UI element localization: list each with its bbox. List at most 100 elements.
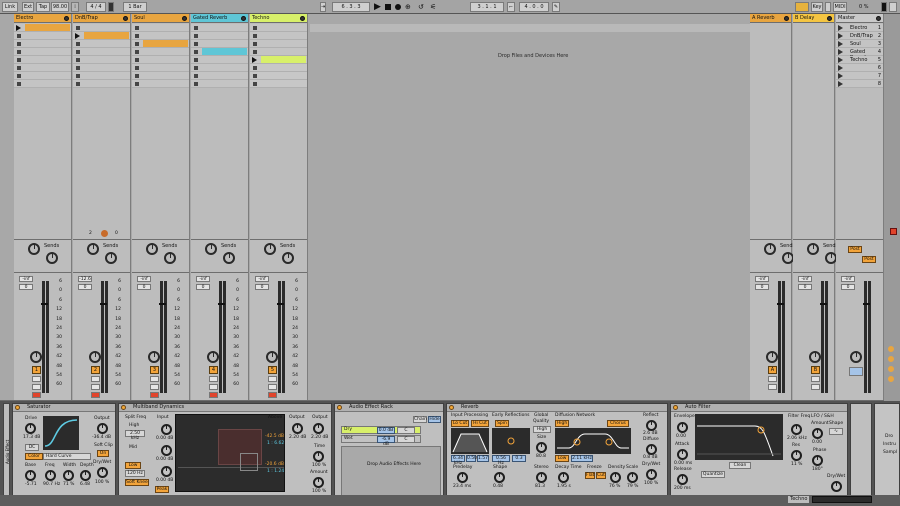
- high-input-knob[interactable]: [161, 424, 172, 435]
- clip-slot[interactable]: [132, 72, 189, 80]
- volume-fader[interactable]: [159, 303, 166, 305]
- scene-slot[interactable]: Gated Reverb4: [836, 48, 883, 61]
- clip-slot[interactable]: [73, 64, 130, 72]
- play-icon[interactable]: ▶: [374, 2, 381, 12]
- audio-track-header[interactable]: Electro: [14, 14, 71, 23]
- track-activator[interactable]: 2: [91, 366, 100, 374]
- af-drywet-knob[interactable]: [831, 481, 842, 492]
- pan-knob[interactable]: [266, 351, 278, 363]
- mb-output2-knob[interactable]: [313, 423, 324, 434]
- computer-midi-icon[interactable]: [889, 2, 897, 12]
- track-activator[interactable]: 1: [32, 366, 41, 374]
- clip-slot[interactable]: [191, 80, 248, 88]
- clip-slot[interactable]: [73, 56, 130, 64]
- clip-slot[interactable]: [132, 48, 189, 56]
- scene-slot[interactable]: 6: [836, 64, 883, 72]
- link-button[interactable]: Link: [2, 2, 18, 12]
- dc-button[interactable]: DC: [25, 444, 39, 451]
- slot-stop-icon[interactable]: [194, 42, 198, 46]
- volume-fader[interactable]: [218, 303, 225, 305]
- volume-value[interactable]: -12.6: [78, 276, 92, 282]
- slot-stop-icon[interactable]: [135, 50, 139, 54]
- slot-stop-icon[interactable]: [253, 50, 257, 54]
- filter-circuit-clean[interactable]: Clean: [729, 462, 751, 469]
- dry-pan[interactable]: C: [397, 427, 415, 434]
- solo-button[interactable]: [91, 376, 100, 382]
- slot-stop-icon[interactable]: [76, 58, 80, 62]
- metronome-icon[interactable]: [108, 2, 114, 12]
- volume-value[interactable]: -inf: [196, 276, 210, 282]
- slot-stop-icon[interactable]: [253, 42, 257, 46]
- slot-stop-icon[interactable]: [17, 50, 21, 54]
- chain-button[interactable]: Chain: [413, 416, 427, 423]
- slot-stop-icon[interactable]: [194, 50, 198, 54]
- clip-play-icon[interactable]: [16, 25, 21, 31]
- pan-knob[interactable]: [850, 351, 862, 363]
- slot-stop-icon[interactable]: [135, 66, 139, 70]
- release-knob[interactable]: [677, 474, 688, 485]
- solo-button[interactable]: [209, 376, 218, 382]
- scene-launch-icon[interactable]: [838, 81, 843, 87]
- pan-value[interactable]: 0: [798, 284, 812, 290]
- volume-value[interactable]: -inf: [255, 276, 269, 282]
- audio-fold-icon[interactable]: [182, 16, 187, 21]
- base-knob[interactable]: [25, 470, 36, 481]
- amount-knob[interactable]: [313, 477, 324, 488]
- flat-button[interactable]: Flat: [585, 472, 595, 479]
- slot-stop-icon[interactable]: [194, 58, 198, 62]
- slot-stop-icon[interactable]: [135, 74, 139, 78]
- record-arm-button[interactable]: [150, 392, 159, 398]
- pan-knob[interactable]: [89, 351, 101, 363]
- clip-slot[interactable]: [132, 64, 189, 72]
- scale-knob[interactable]: [627, 472, 638, 483]
- send-b-knob[interactable]: [46, 252, 58, 264]
- ext-button[interactable]: Ext: [22, 2, 34, 12]
- loop-switch-icon[interactable]: ⌐: [507, 2, 515, 12]
- view-toggle-icon[interactable]: [795, 2, 809, 12]
- send-b-knob[interactable]: [282, 252, 294, 264]
- input-freq-field[interactable]: 6.34 kHz: [451, 455, 465, 466]
- volume-fader[interactable]: [863, 303, 870, 305]
- volume-fader[interactable]: [777, 303, 784, 305]
- drive-knob[interactable]: [25, 423, 36, 434]
- clip-slot[interactable]: [73, 72, 130, 80]
- volume-fader[interactable]: [100, 303, 107, 305]
- scene-launch-icon[interactable]: [838, 57, 843, 63]
- send-b-knob[interactable]: [223, 252, 235, 264]
- chorus-button[interactable]: Chorus: [607, 420, 629, 427]
- track-activator[interactable]: A: [768, 366, 777, 374]
- input-filter-display[interactable]: [451, 428, 489, 454]
- slot-stop-icon[interactable]: [253, 82, 257, 86]
- post-button-a[interactable]: Post: [848, 246, 862, 253]
- quantize-button[interactable]: Quantize: [701, 471, 725, 478]
- track-activator[interactable]: 4: [209, 366, 218, 374]
- envelope-knob[interactable]: [677, 422, 688, 433]
- slot-stop-icon[interactable]: [76, 26, 80, 30]
- pan-knob[interactable]: [809, 351, 821, 363]
- reverb-drywet-knob[interactable]: [646, 469, 657, 480]
- above-threshold[interactable]: -42.5 dB: [265, 434, 284, 440]
- time-knob[interactable]: [313, 451, 324, 462]
- overdub-icon[interactable]: ⊕: [405, 2, 411, 12]
- slot-stop-icon[interactable]: [194, 26, 198, 30]
- slot-stop-icon[interactable]: [76, 50, 80, 54]
- hide-button[interactable]: Hide: [428, 416, 441, 423]
- spin-button[interactable]: Spin: [495, 420, 509, 427]
- size-knob[interactable]: [536, 442, 547, 453]
- multiband-power-icon[interactable]: [121, 405, 126, 410]
- quality-menu[interactable]: High: [533, 426, 551, 433]
- solo-button[interactable]: [32, 376, 41, 382]
- volume-fader[interactable]: [41, 303, 48, 305]
- clip-slot[interactable]: [250, 40, 307, 48]
- arm-button[interactable]: [811, 384, 820, 390]
- midi-in-icon[interactable]: [825, 2, 831, 12]
- audio-track-header[interactable]: Soul: [132, 14, 189, 23]
- scene-slot[interactable]: DnB/Trap 2: [836, 32, 883, 40]
- wet-pan[interactable]: C: [397, 436, 415, 443]
- slot-stop-icon[interactable]: [17, 66, 21, 70]
- clip-slot[interactable]: [191, 40, 248, 48]
- early-reflections-display[interactable]: [492, 428, 530, 454]
- clip-slot[interactable]: [250, 48, 307, 56]
- depth-knob[interactable]: [80, 470, 91, 481]
- pan-knob[interactable]: [766, 351, 778, 363]
